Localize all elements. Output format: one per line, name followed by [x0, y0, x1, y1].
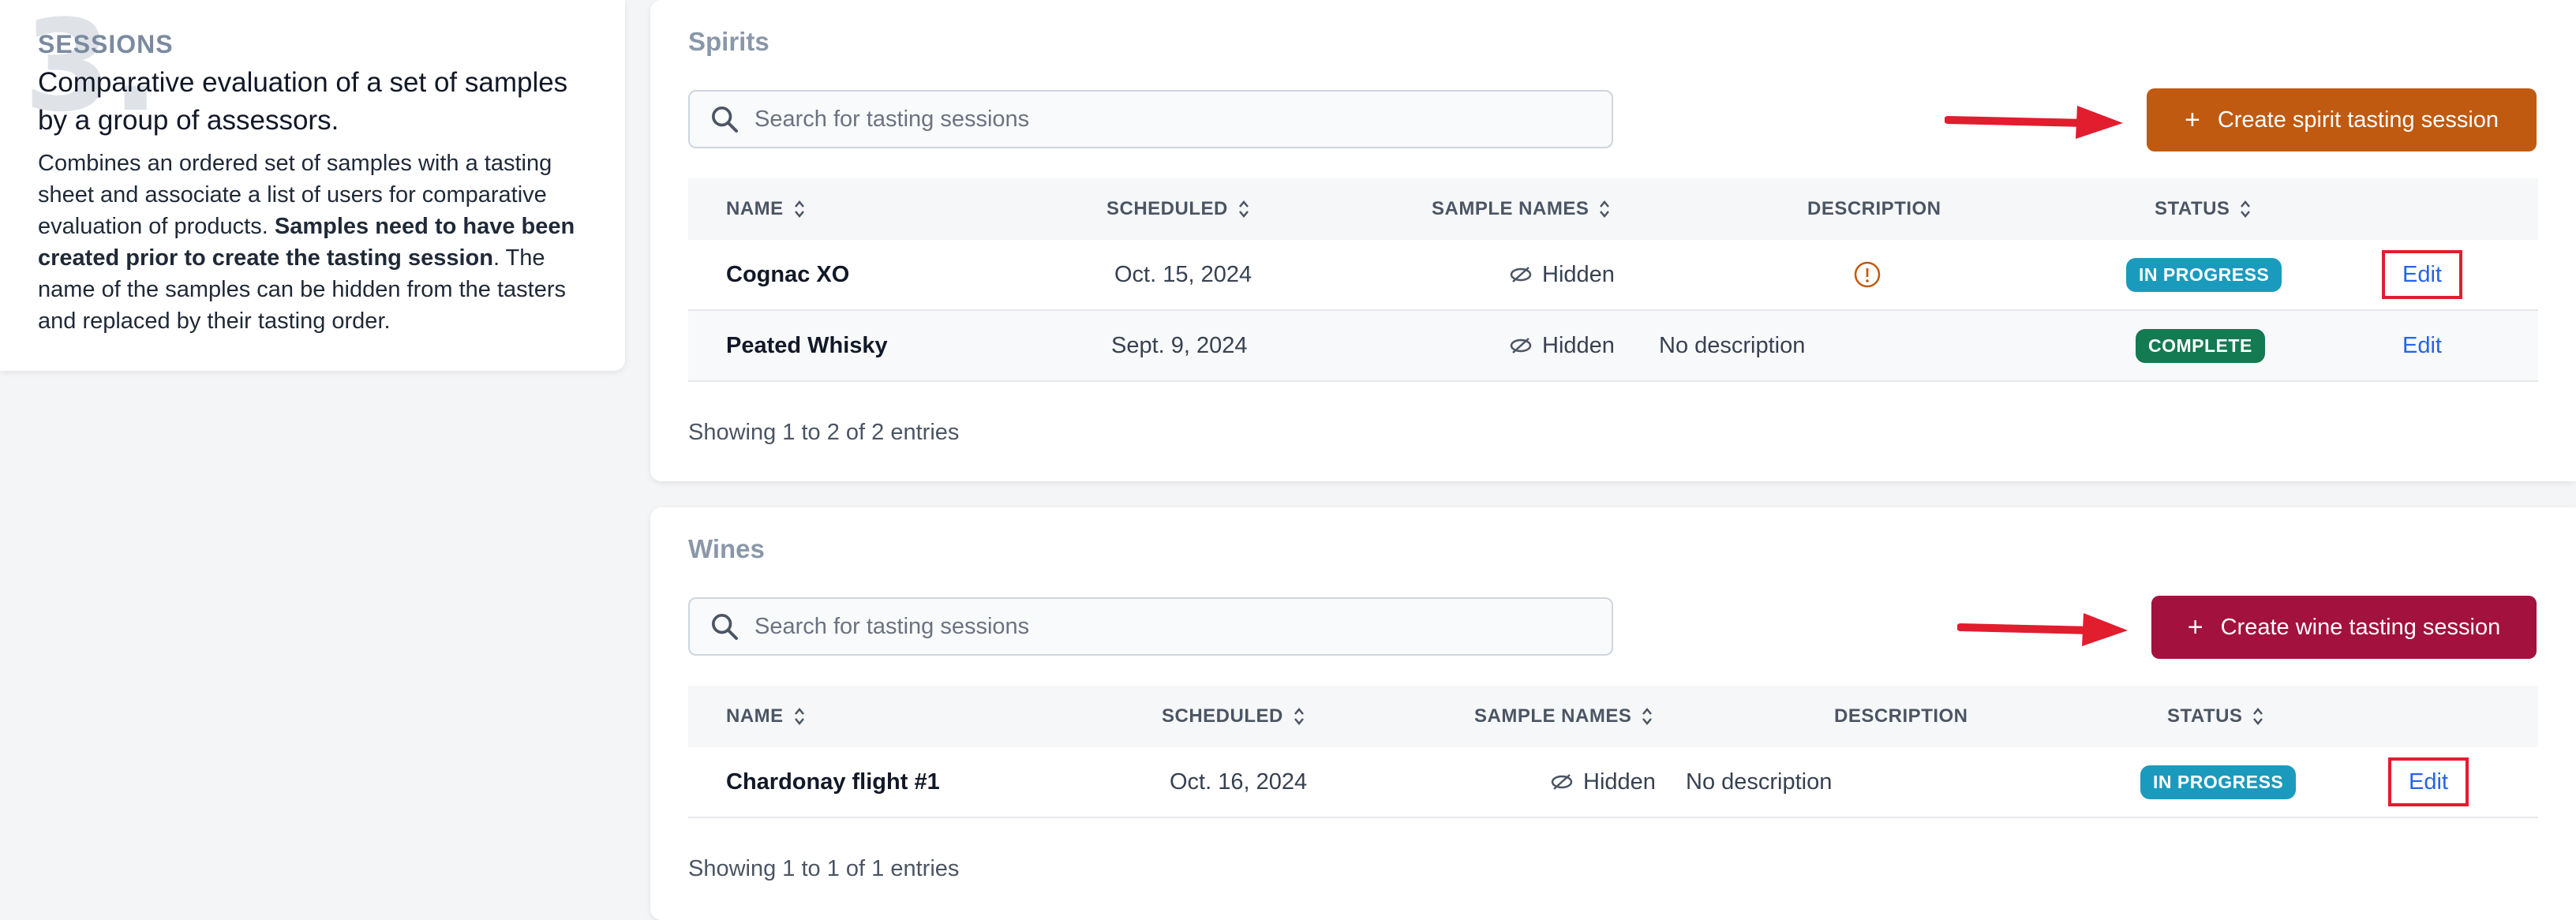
- edit-link[interactable]: Edit: [2402, 333, 2442, 359]
- row-status: IN PROGRESS: [2140, 747, 2297, 817]
- row-scheduled: Oct. 16, 2024: [1170, 769, 1308, 795]
- column-scheduled[interactable]: SCHEDULED: [1106, 178, 1250, 240]
- create-wine-session-button[interactable]: + Create wine tasting session: [2151, 596, 2537, 659]
- search-icon: [712, 614, 738, 640]
- status-badge: IN PROGRESS: [2126, 257, 2282, 292]
- row-action: Edit: [2388, 747, 2469, 817]
- sort-icon: [2253, 708, 2263, 725]
- create-wine-label: Create wine tasting session: [2220, 614, 2501, 640]
- info-kicker: SESSIONS: [38, 30, 174, 58]
- table-row: Cognac XO Oct. 15, 2024 Hidden IN PROGRE…: [688, 240, 2538, 311]
- column-sample-names[interactable]: SAMPLE NAMES: [1474, 686, 1653, 747]
- edit-link[interactable]: Edit: [2409, 769, 2448, 795]
- row-description[interactable]: [1853, 240, 1881, 309]
- row-action: Edit: [2382, 240, 2462, 309]
- sort-icon: [1642, 708, 1653, 725]
- plus-icon: +: [2187, 611, 2203, 642]
- table-row: Peated Whisky Sept. 9, 2024 Hidden No de…: [688, 311, 2538, 382]
- row-status: IN PROGRESS: [2126, 240, 2282, 309]
- row-description: No description: [1659, 332, 1806, 358]
- row-name: Cognac XO: [726, 261, 850, 287]
- row-sample-names: Hidden: [1550, 747, 1656, 817]
- column-status[interactable]: STATUS: [2155, 178, 2252, 240]
- table-header: NAME SCHEDULED SAMPLE NAMES DESCRIPTION …: [688, 178, 2538, 240]
- sample-names-value: Hidden: [1583, 769, 1656, 795]
- sort-icon: [1294, 708, 1304, 725]
- spirits-title: Spirits: [688, 27, 769, 56]
- row-name: Peated Whisky: [726, 332, 888, 358]
- wines-title: Wines: [688, 534, 765, 563]
- wines-section: Wines + Create wine tasting session NAME…: [650, 507, 2576, 920]
- status-badge: COMPLETE: [2136, 328, 2265, 363]
- column-sample-names-label: SAMPLE NAMES: [1474, 705, 1632, 727]
- plus-icon: +: [2184, 104, 2200, 135]
- edit-link[interactable]: Edit: [2402, 262, 2442, 288]
- column-scheduled-label: SCHEDULED: [1106, 198, 1228, 219]
- sort-icon: [794, 708, 804, 725]
- row-status: COMPLETE: [2136, 311, 2265, 380]
- column-name-label: NAME: [726, 198, 784, 219]
- column-sample-names-label: SAMPLE NAMES: [1432, 198, 1589, 219]
- entries-info: Showing 1 to 2 of 2 entries: [688, 420, 960, 445]
- spirits-search[interactable]: [688, 90, 1613, 148]
- row-sample-names: Hidden: [1509, 240, 1615, 309]
- annotation-arrow-spirits: [1945, 106, 2123, 139]
- create-spirit-label: Create spirit tasting session: [2217, 107, 2499, 133]
- sort-icon: [1238, 200, 1249, 218]
- column-scheduled-label: SCHEDULED: [1162, 705, 1283, 727]
- column-status[interactable]: STATUS: [2167, 686, 2264, 747]
- column-status-label: STATUS: [2167, 705, 2243, 727]
- wines-table: NAME SCHEDULED SAMPLE NAMES DESCRIPTION …: [688, 686, 2538, 818]
- search-icon: [712, 107, 738, 133]
- sample-names-value: Hidden: [1542, 261, 1615, 287]
- entries-info: Showing 1 to 1 of 1 entries: [688, 856, 960, 881]
- sort-icon: [794, 200, 804, 218]
- eye-slash-icon: [1510, 267, 1532, 282]
- column-description: DESCRIPTION: [1807, 178, 1941, 240]
- column-name[interactable]: NAME: [726, 178, 806, 240]
- eye-slash-icon: [1551, 774, 1573, 790]
- info-body: Combines an ordered set of samples with …: [38, 148, 601, 337]
- row-sample-names: Hidden: [1509, 311, 1615, 380]
- info-circle-icon[interactable]: [1853, 260, 1881, 289]
- table-header: NAME SCHEDULED SAMPLE NAMES DESCRIPTION …: [688, 686, 2538, 747]
- column-sample-names[interactable]: SAMPLE NAMES: [1432, 178, 1611, 240]
- row-action: Edit: [2382, 311, 2462, 380]
- edit-wrapper: Edit: [2382, 333, 2462, 359]
- column-description-label: DESCRIPTION: [1834, 705, 1968, 727]
- edit-highlight-box: Edit: [2388, 757, 2469, 806]
- sessions-info-card: 3. SESSIONS Comparative evaluation of a …: [0, 0, 625, 371]
- info-lead: Comparative evaluation of a set of sampl…: [38, 67, 568, 136]
- sample-names-value: Hidden: [1542, 332, 1615, 358]
- spirits-table: NAME SCHEDULED SAMPLE NAMES DESCRIPTION …: [688, 178, 2538, 382]
- sort-icon: [1600, 200, 1610, 218]
- edit-highlight-box: Edit: [2382, 250, 2462, 299]
- create-spirit-session-button[interactable]: + Create spirit tasting session: [2147, 88, 2537, 151]
- column-name-label: NAME: [726, 705, 784, 727]
- table-row: Chardonay flight #1 Oct. 16, 2024 Hidden…: [688, 747, 2538, 818]
- column-status-label: STATUS: [2155, 198, 2230, 219]
- column-name[interactable]: NAME: [726, 686, 806, 747]
- row-scheduled: Oct. 15, 2024: [1114, 261, 1252, 287]
- sort-icon: [2241, 200, 2251, 218]
- column-description: DESCRIPTION: [1834, 686, 1968, 747]
- status-badge: IN PROGRESS: [2140, 765, 2297, 799]
- row-name: Chardonay flight #1: [726, 769, 940, 795]
- spirits-search-input[interactable]: [753, 105, 1577, 133]
- column-scheduled[interactable]: SCHEDULED: [1162, 686, 1305, 747]
- eye-slash-icon: [1510, 338, 1532, 353]
- wines-search[interactable]: [688, 597, 1613, 656]
- row-description: No description: [1686, 769, 1833, 795]
- annotation-arrow-wines: [1957, 613, 2128, 646]
- wines-search-input[interactable]: [753, 612, 1577, 641]
- column-description-label: DESCRIPTION: [1807, 198, 1941, 219]
- row-scheduled: Sept. 9, 2024: [1111, 332, 1248, 358]
- spirits-section: Spirits + Create spirit tasting session …: [650, 0, 2576, 481]
